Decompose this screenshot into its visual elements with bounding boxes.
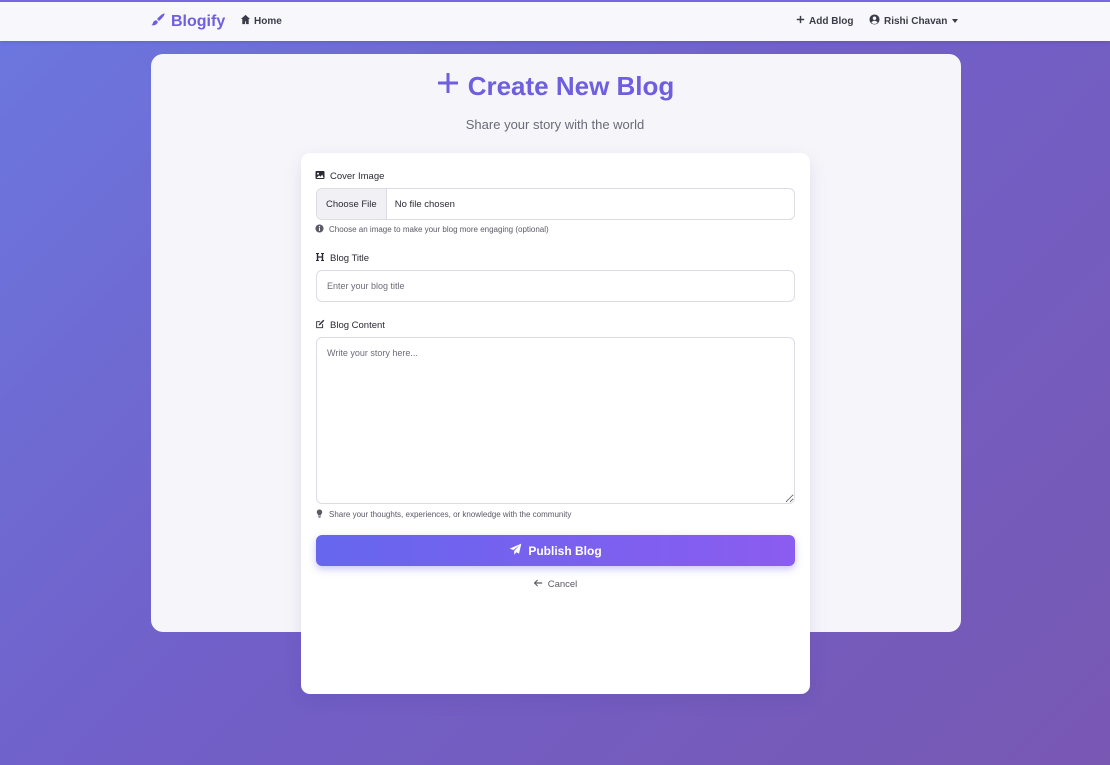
publish-blog-button[interactable]: Publish Blog [316,535,795,566]
user-circle-icon [869,14,880,28]
blog-content-help-text: Share your thoughts, experiences, or kno… [329,510,572,519]
cover-image-label-text: Cover Image [330,171,385,182]
nav-add-blog-label: Add Blog [809,15,854,27]
home-icon [240,14,251,28]
page-title-text: Create New Blog [467,71,675,101]
cancel-label: Cancel [547,579,578,590]
lightbulb-icon [315,509,324,520]
page-subtitle: Share your story with the world [465,117,645,132]
blog-content-label-text: Blog Content [330,320,385,331]
blog-title-label: Blog Title [315,252,369,265]
heading-icon [315,252,325,265]
blog-content-textarea[interactable] [316,337,795,504]
choose-file-button[interactable]: Choose File [317,189,387,219]
page-title: Create New Blog [0,71,1110,102]
arrow-left-icon [533,578,543,591]
blog-content-help: Share your thoughts, experiences, or kno… [315,509,571,520]
cancel-link[interactable]: Cancel [0,578,1110,591]
paper-plane-icon [509,543,522,559]
image-icon [315,170,325,183]
info-circle-icon [315,224,324,235]
feather-brush-icon [150,12,166,33]
nav-home-label: Home [254,15,282,27]
nav-home-link[interactable]: Home [240,14,282,28]
nav-add-blog-link[interactable]: Add Blog [795,14,853,28]
blog-title-input[interactable] [316,270,795,302]
brand-name: Blogify [171,13,226,30]
cover-image-label: Cover Image [315,170,384,183]
user-dropdown[interactable]: Rishi Chavan [869,14,959,28]
plus-icon [795,14,806,28]
user-name: Rishi Chavan [884,15,948,27]
publish-blog-label: Publish Blog [528,543,602,558]
chevron-down-icon [952,19,959,23]
cover-image-help: Choose an image to make your blog more e… [315,224,549,235]
brand-link[interactable]: Blogify [150,11,225,33]
file-status-text: No file chosen [394,198,455,210]
blog-content-label: Blog Content [315,319,385,332]
cover-image-file-input[interactable]: Choose File No file chosen [316,188,795,220]
plus-icon [436,71,460,102]
cover-image-help-text: Choose an image to make your blog more e… [329,225,549,234]
edit-icon [315,319,325,332]
blog-title-label-text: Blog Title [330,253,370,264]
navbar: Blogify Home Add Blog Rishi Chavan [0,2,1110,41]
